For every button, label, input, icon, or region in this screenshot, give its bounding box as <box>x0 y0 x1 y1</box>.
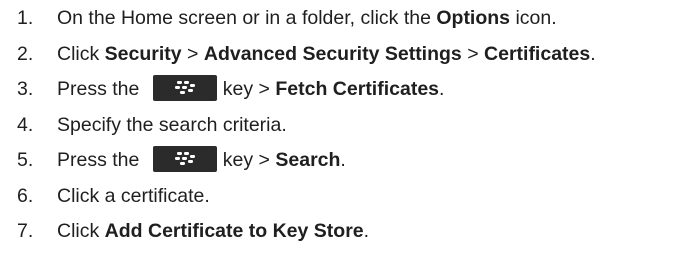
step-text: Click Add Certificate to Key Store. <box>57 220 370 242</box>
list-item: 5. Press the key > Search. <box>0 145 596 181</box>
blackberry-menu-key-icon <box>152 145 217 172</box>
list-item: 2. Click Security > Advanced Security Se… <box>0 39 596 75</box>
step-text: On the Home screen or in a folder, click… <box>57 7 557 29</box>
list-item: 7. Click Add Certificate to Key Store. <box>0 216 596 252</box>
step-number: 4. <box>17 113 34 136</box>
step-text: Specify the search criteria. <box>57 113 287 136</box>
step-number: 7. <box>17 220 34 242</box>
step-number: 3. <box>17 78 34 100</box>
list-item: 6. Click a certificate. <box>0 181 596 217</box>
list-item: 1. On the Home screen or in a folder, cl… <box>0 3 596 39</box>
step-text: Press the key > Fetch Certificates. <box>57 74 444 104</box>
step-number: 6. <box>17 184 34 207</box>
step-number: 1. <box>17 7 34 29</box>
blackberry-logo-icon <box>174 151 195 165</box>
instructions-document: 1. On the Home screen or in a folder, cl… <box>0 0 696 254</box>
step-number: 5. <box>17 149 34 171</box>
step-text: Click a certificate. <box>57 184 210 207</box>
steps-list: 1. On the Home screen or in a folder, cl… <box>0 3 596 252</box>
step-text: Press the key > Search. <box>57 145 346 175</box>
blackberry-menu-key-icon <box>152 74 217 101</box>
step-number: 2. <box>17 42 34 65</box>
list-item: 3. Press the key > Fetch Certificates. <box>0 74 596 110</box>
list-item: 4. Specify the search criteria. <box>0 110 596 146</box>
step-text: Click Security > Advanced Security Setti… <box>57 42 596 65</box>
blackberry-logo-icon <box>174 80 195 94</box>
